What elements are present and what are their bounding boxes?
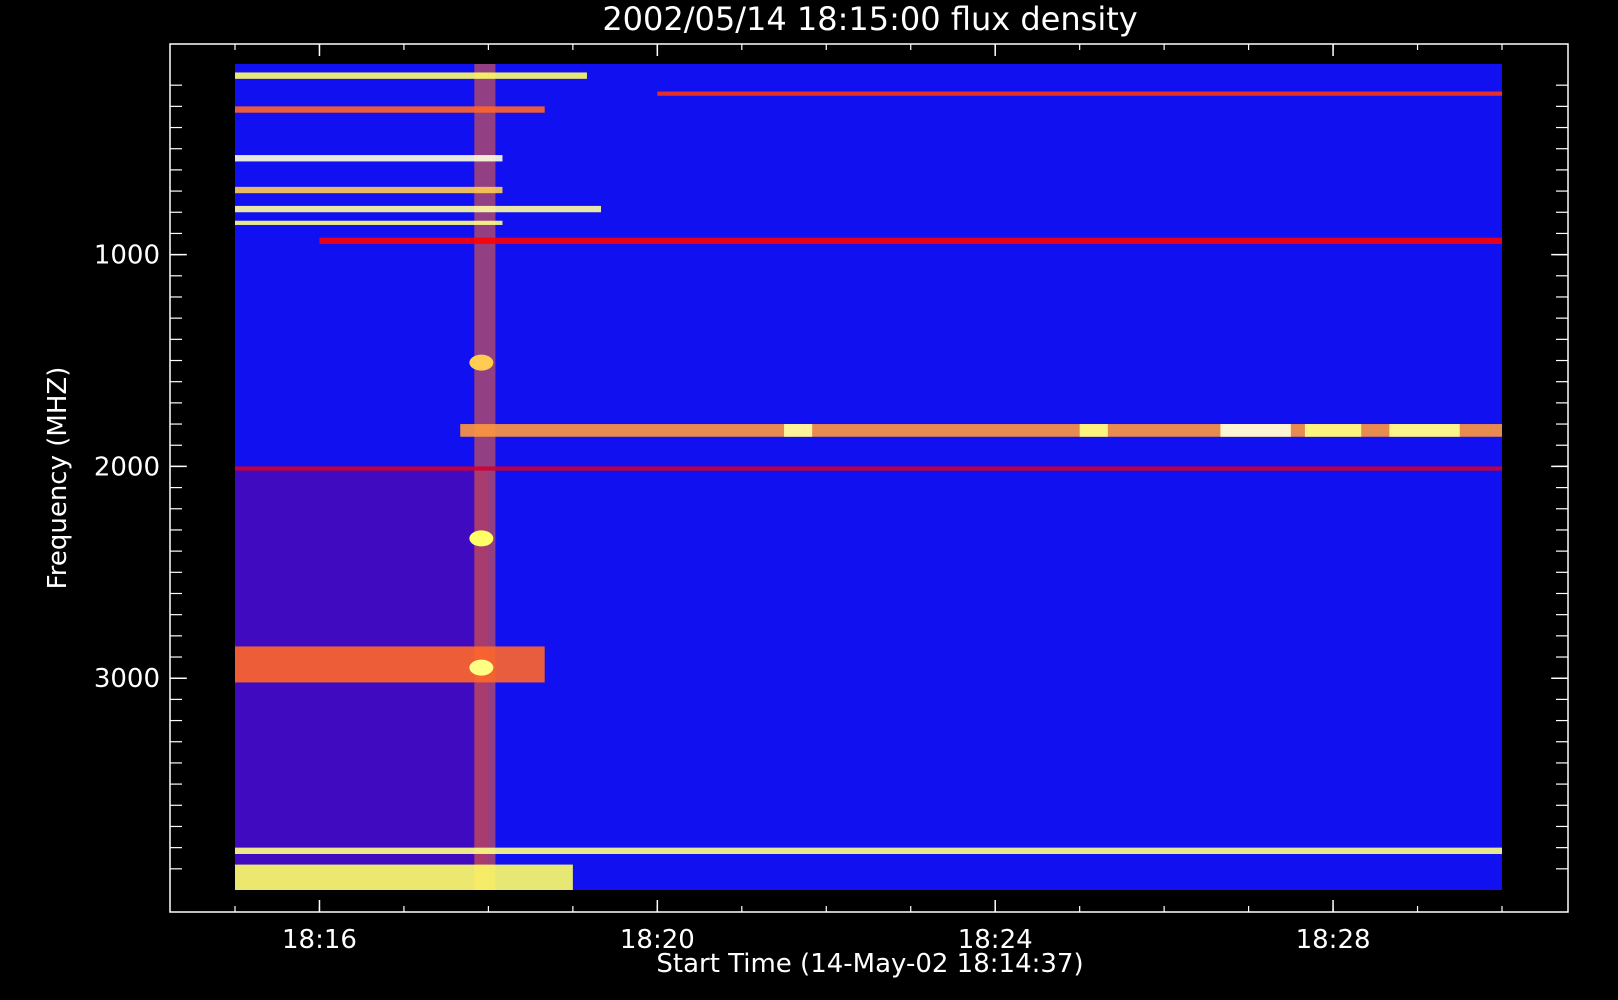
- emission-band: [235, 466, 1502, 471]
- x-axis-title: Start Time (14-May-02 18:14:37): [656, 949, 1083, 979]
- y-tick-label: 3000: [94, 664, 160, 694]
- spectrogram-figure: 2002/05/14 18:15:00 flux density 18:16 18…: [0, 0, 1618, 1000]
- burst-spot: [469, 659, 494, 676]
- emission-band: [235, 646, 545, 683]
- x-tick-label: 18:28: [1296, 925, 1371, 955]
- emission-band: [235, 847, 1502, 854]
- emission-band: [235, 220, 503, 225]
- emission-band: [1304, 424, 1362, 437]
- emission-band: [784, 424, 813, 437]
- emission-band: [657, 91, 1502, 96]
- y-axis-title: Frequency (MHZ): [43, 367, 73, 590]
- chart-title: 2002/05/14 18:15:00 flux density: [602, 0, 1137, 38]
- burst-spot: [469, 530, 494, 547]
- emission-band: [235, 106, 545, 113]
- y-tick-label: 2000: [94, 452, 160, 482]
- emission-band: [1220, 424, 1291, 437]
- burst-spot: [469, 354, 494, 371]
- emission-band: [235, 864, 573, 890]
- y-tick-label: 1000: [94, 241, 160, 271]
- emission-band: [235, 205, 602, 213]
- x-tick-label: 18:16: [282, 925, 357, 955]
- emission-band: [1079, 424, 1108, 437]
- heatmap-area: [235, 64, 1503, 890]
- emission-band: [235, 186, 503, 194]
- emission-band: [235, 155, 503, 162]
- emission-band: [319, 237, 1502, 245]
- emission-band: [1389, 424, 1460, 437]
- emission-band: [235, 72, 587, 79]
